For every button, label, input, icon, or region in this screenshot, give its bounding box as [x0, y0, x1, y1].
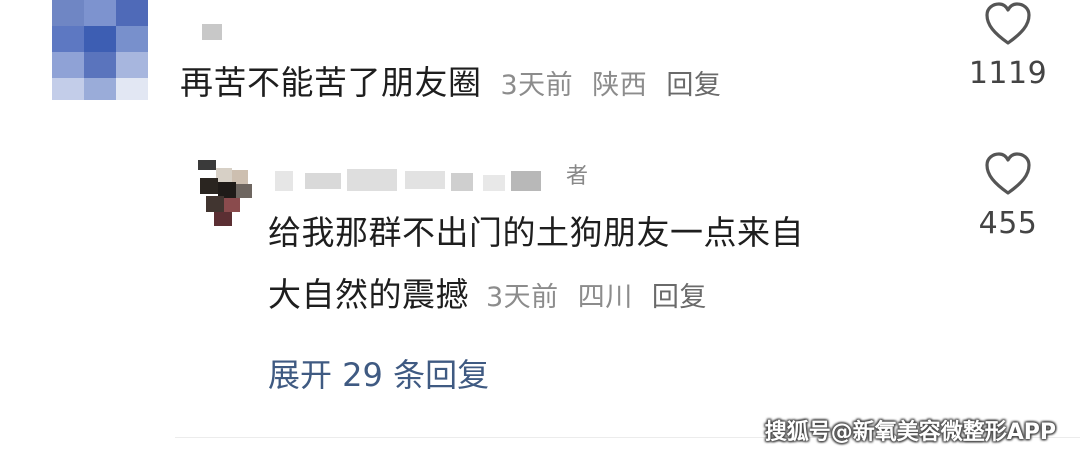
- like-count: 1119: [968, 56, 1048, 91]
- author-tag: 者: [566, 164, 589, 189]
- reply-location: 四川: [577, 282, 633, 313]
- reply-button[interactable]: 回复: [666, 70, 721, 101]
- comment-location: 陕西: [592, 70, 648, 101]
- comment-body: 再苦不能苦了朋友圈: [180, 63, 482, 102]
- comment-time: 3天前: [500, 70, 574, 101]
- reply-avatar[interactable]: [190, 160, 260, 226]
- reply-username-blurred[interactable]: [275, 165, 565, 195]
- avatar[interactable]: [52, 0, 148, 100]
- reply-like-button[interactable]: 455: [963, 152, 1053, 241]
- username-blurred[interactable]: [202, 24, 222, 40]
- heart-icon: [985, 152, 1031, 195]
- watermark: 搜狐号@新氧美容微整形APP: [764, 420, 1056, 445]
- reply-text-line2: 大自然的震撼 3天前 四川 回复: [268, 276, 717, 317]
- comment-text: 再苦不能苦了朋友圈 3天前 陕西 回复: [180, 64, 731, 105]
- reply-body-line2: 大自然的震撼: [268, 275, 469, 314]
- reply-text-line1: 给我那群不出门的土狗朋友一点来自: [268, 214, 804, 252]
- heart-icon: [985, 2, 1031, 45]
- like-button[interactable]: 1119: [963, 2, 1053, 91]
- reply-body-line1: 给我那群不出门的土狗朋友一点来自: [268, 213, 804, 252]
- reply-like-count: 455: [978, 206, 1038, 241]
- expand-replies-link[interactable]: 展开 29 条回复: [268, 350, 489, 396]
- reply-reply-button[interactable]: 回复: [652, 282, 707, 313]
- reply-time: 3天前: [486, 282, 559, 313]
